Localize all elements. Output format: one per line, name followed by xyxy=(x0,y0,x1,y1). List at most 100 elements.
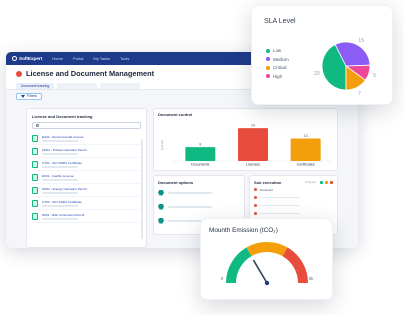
status-dot xyxy=(254,204,257,207)
sub-execution-header: Sub execution Progress xyxy=(254,180,333,185)
tab-document-tracking[interactable]: Document tracking xyxy=(16,83,55,89)
bar-value-label: 8 xyxy=(199,143,201,147)
placeholder-line xyxy=(260,196,300,199)
list-item[interactable]: OH01 - Private Operation Permit xyxy=(32,145,141,158)
nav-item-my-tasks[interactable]: My Tasks xyxy=(93,56,110,61)
sub-execution-row[interactable] xyxy=(254,194,333,201)
placeholder-line xyxy=(42,153,78,155)
option-row[interactable] xyxy=(158,200,240,213)
hexagon-icon xyxy=(158,189,164,196)
panel-title: Document options xyxy=(158,180,194,185)
nav-item-portal[interactable]: Portal xyxy=(73,56,83,61)
status-legend: Progress xyxy=(306,181,333,184)
status-dot xyxy=(254,212,257,215)
status-dot xyxy=(254,188,257,191)
list-item-label: OP02 - Energy Operation Permit xyxy=(42,186,87,191)
placeholder-line xyxy=(168,191,212,194)
bar-licenses xyxy=(238,128,268,161)
license-tracking-panel: License and Document tracking EA01 - Env… xyxy=(26,108,147,248)
nav-item-tools[interactable]: Tools xyxy=(120,56,129,61)
placeholder-line xyxy=(42,218,78,220)
document-control-chart: Quantity 8 Documents 19 Licenses 13 Certifica… xyxy=(160,124,332,167)
document-icon xyxy=(32,212,38,220)
bar-documents xyxy=(185,147,216,161)
placeholder-line xyxy=(260,212,300,215)
list-item[interactable]: CT02 - ISO 14001 Certificate xyxy=(32,197,141,210)
pie-value-label: 15 xyxy=(358,38,364,44)
placeholder-line xyxy=(168,205,212,208)
panel-title: License and Document tracking xyxy=(32,114,93,119)
list-item-label: ES01 - Facility License xyxy=(42,173,74,178)
list-scrollbar[interactable] xyxy=(141,139,143,239)
document-control-panel: Document control Quantity 8 Documents 19 Li… xyxy=(153,108,338,171)
document-icon xyxy=(32,199,38,207)
hexagon-icon xyxy=(158,203,164,210)
pie-value-label: 20 xyxy=(314,71,320,77)
emission-gauge-card: Mounth Emission (tCO₂) 0 5k xyxy=(200,218,333,300)
list-item-label: CT02 - ISO 14001 Certificate xyxy=(42,199,82,204)
sub-execution-row[interactable] xyxy=(254,210,333,217)
tab-placeholder[interactable] xyxy=(57,83,98,89)
search-icon xyxy=(36,124,39,127)
page-title-icon xyxy=(16,70,22,77)
softexpert-logo-icon xyxy=(12,56,17,61)
status-square-green xyxy=(320,181,323,184)
gauge-segment xyxy=(246,242,288,257)
filters-button[interactable]: Filters xyxy=(16,92,42,100)
status-dot xyxy=(254,196,257,199)
document-icon xyxy=(32,173,38,181)
bar-certificates xyxy=(290,138,321,161)
brand-logo[interactable]: SoftExpert xyxy=(12,56,42,61)
gauge-segment xyxy=(282,247,308,284)
panel-title: Sub execution xyxy=(254,180,282,185)
status-label: Progress xyxy=(305,181,316,184)
pie-value-label: 7 xyxy=(358,91,361,97)
filters-label: Filters xyxy=(27,94,37,98)
list-item-label: OH01 - Private Operation Permit xyxy=(42,147,87,152)
gauge-needle xyxy=(252,259,268,284)
document-icon xyxy=(32,160,38,168)
list-item[interactable]: CT01 - ISO 45001 Certificate xyxy=(32,158,141,171)
bar-category-label: Documents xyxy=(191,163,209,167)
bar-value-label: 19 xyxy=(251,124,255,128)
sub-execution-label: Document xyxy=(260,187,273,192)
list-item-label: EA01 - Environmental License xyxy=(42,134,84,139)
placeholder-line xyxy=(42,192,78,194)
option-row[interactable] xyxy=(158,186,240,199)
list-item[interactable]: EA01 - Environmental License xyxy=(32,132,141,145)
sla-level-card: SLA Level Low Medium Critical High 20 15 5… xyxy=(251,5,393,105)
bar-value-label: 13 xyxy=(304,134,308,138)
status-square-red xyxy=(330,181,333,184)
brand-name: SoftExpert xyxy=(19,56,43,61)
sub-execution-row[interactable]: Document xyxy=(254,186,333,193)
status-square-orange xyxy=(325,181,328,184)
filter-icon xyxy=(21,94,25,98)
placeholder-line xyxy=(42,166,78,168)
sla-pie-chart: 20 15 5 7 xyxy=(314,38,376,97)
document-icon xyxy=(32,147,38,155)
document-list: EA01 - Environmental License OH01 - Priv… xyxy=(32,132,141,223)
sub-execution-row[interactable] xyxy=(254,202,333,209)
nav-item-home[interactable]: Home xyxy=(52,56,63,61)
gauge-needle-hub xyxy=(264,280,270,286)
search-input[interactable] xyxy=(32,122,141,129)
document-icon xyxy=(32,186,38,194)
chart-ylabel: Quantity xyxy=(160,139,164,150)
list-item[interactable]: ES01 - Facility License xyxy=(32,171,141,184)
placeholder-line xyxy=(42,140,78,142)
list-item-label: WI01 - Risk Connection Permit xyxy=(42,212,85,217)
placeholder-line xyxy=(42,179,78,181)
gauge-segment xyxy=(226,247,252,284)
gauge-min-label: 0 xyxy=(221,276,224,281)
bar-category-label: Certificates xyxy=(297,163,315,167)
list-item-label: CT01 - ISO 45001 Certificate xyxy=(42,160,82,165)
bar-category-label: Licenses xyxy=(246,163,260,167)
placeholder-line xyxy=(260,204,300,207)
hexagon-icon xyxy=(158,217,164,224)
placeholder-line xyxy=(42,205,78,207)
list-item[interactable]: OP02 - Energy Operation Permit xyxy=(32,184,141,197)
document-icon xyxy=(32,134,38,142)
list-item[interactable]: WI01 - Risk Connection Permit xyxy=(32,210,141,223)
emission-gauge: 0 5k xyxy=(221,242,314,286)
tab-placeholder[interactable] xyxy=(100,83,141,89)
